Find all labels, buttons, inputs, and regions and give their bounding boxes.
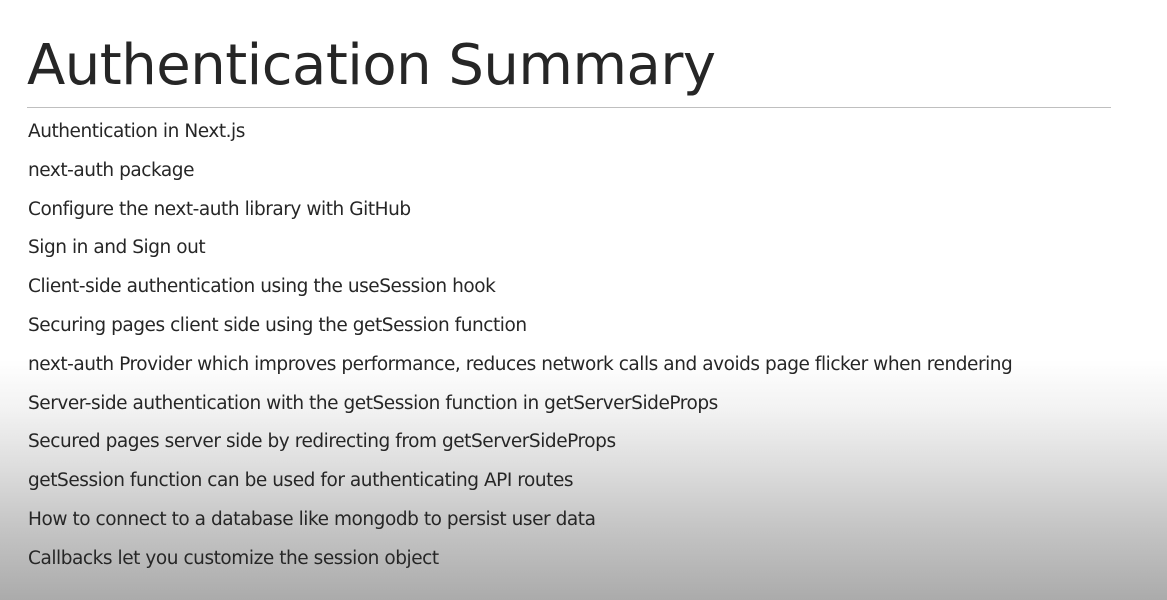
title-divider xyxy=(27,107,1111,108)
list-item: next-auth package xyxy=(28,159,195,181)
summary-list: Authentication in Next.js next-auth pack… xyxy=(28,113,1013,579)
list-item: Client-side authentication using the use… xyxy=(28,276,496,298)
list-item: Server-side authentication with the getS… xyxy=(28,392,718,414)
slide-title: Authentication Summary xyxy=(27,33,716,98)
list-item: getSession function can be used for auth… xyxy=(28,470,574,492)
list-item: How to connect to a database like mongod… xyxy=(28,508,596,530)
slide: Authentication Summary Authentication in… xyxy=(0,0,1167,600)
list-item: Configure the next-auth library with Git… xyxy=(28,198,411,220)
list-item: Authentication in Next.js xyxy=(28,121,245,142)
list-item: Securing pages client side using the get… xyxy=(28,314,527,336)
list-item: Callbacks let you customize the session … xyxy=(28,547,439,569)
list-item: Secured pages server side by redirecting… xyxy=(28,431,616,453)
list-item: Sign in and Sign out xyxy=(28,237,206,259)
list-item: next-auth Provider which improves perfor… xyxy=(28,353,1013,375)
